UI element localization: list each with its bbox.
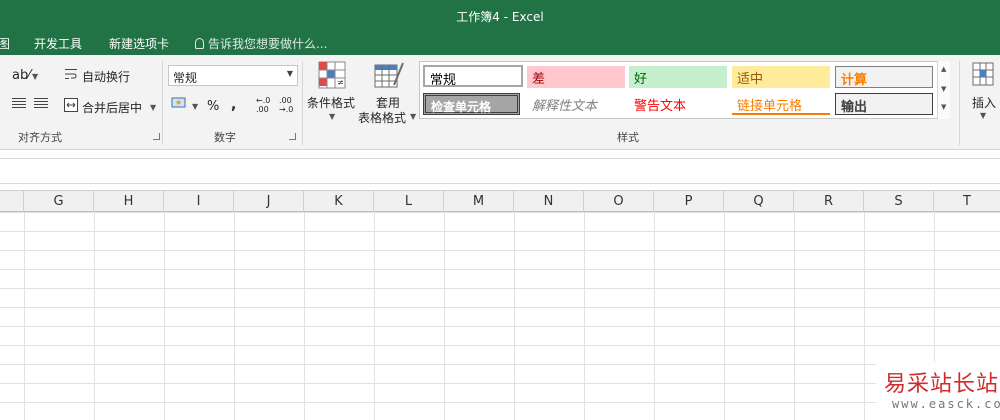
svg-text:≠: ≠	[337, 78, 344, 87]
chevron-down-icon[interactable]: ▼	[410, 112, 416, 121]
column-header[interactable]: O	[584, 191, 654, 213]
more-icon[interactable]: ▼	[941, 103, 946, 111]
column-header-partial[interactable]	[0, 191, 24, 213]
number-format-select[interactable]: 常规 ▼	[168, 65, 298, 86]
column-header[interactable]: J	[234, 191, 304, 213]
style-neutral[interactable]: 适中	[732, 66, 830, 88]
column-header[interactable]: N	[514, 191, 584, 213]
dialog-launcher-icon[interactable]	[289, 133, 296, 140]
currency-icon[interactable]	[171, 96, 187, 110]
watermark-url: www.easck.com	[892, 397, 1000, 411]
increase-decimal-button[interactable]: ←.0 .00	[256, 96, 270, 114]
tell-me-placeholder: 告诉我您想要做什么...	[208, 37, 328, 51]
style-check-cell[interactable]: 检查单元格	[423, 93, 520, 115]
tab-developer[interactable]: 开发工具	[34, 35, 82, 52]
cell-styles-gallery: 常规 差 好 适中 计算 检查单元格 解释性文本 警告文本 链接单元格 输出	[419, 61, 950, 119]
column-header[interactable]: I	[164, 191, 234, 213]
column-header[interactable]: T	[934, 191, 1000, 213]
insert-cells-icon[interactable]	[972, 62, 996, 88]
chevron-down-icon[interactable]: ▼	[980, 111, 986, 120]
group-divider	[302, 61, 303, 145]
group-divider	[162, 61, 163, 145]
column-header[interactable]: L	[374, 191, 444, 213]
chevron-down-icon[interactable]: ▼	[329, 112, 335, 121]
styles-group-label: 样式	[617, 131, 639, 144]
style-bad[interactable]: 差	[527, 66, 625, 88]
style-normal[interactable]: 常规	[423, 65, 523, 88]
tab-view[interactable]: 图	[0, 35, 10, 52]
style-good[interactable]: 好	[629, 66, 727, 88]
chevron-down-icon[interactable]: ▼	[150, 103, 156, 112]
comma-style-button[interactable]: ,	[231, 97, 236, 113]
insert-button[interactable]: 插入	[972, 94, 996, 111]
tell-me-search[interactable]: 告诉我您想要做什么...	[195, 35, 327, 52]
column-header[interactable]: M	[444, 191, 514, 213]
number-format-value: 常规	[173, 71, 198, 85]
percent-style-button[interactable]: %	[207, 99, 219, 114]
chevron-down-icon[interactable]: ▼	[192, 102, 198, 111]
conditional-formatting-icon[interactable]: ≠	[318, 61, 346, 89]
tab-new-tab[interactable]: 新建选项卡	[109, 35, 169, 52]
column-header[interactable]: H	[94, 191, 164, 213]
style-calculation[interactable]: 计算	[835, 66, 933, 88]
column-header[interactable]: S	[864, 191, 934, 213]
column-header[interactable]: Q	[724, 191, 794, 213]
orientation-icon[interactable]: ab⁄	[12, 68, 30, 83]
watermark: 易采站长站 www.easck.com	[876, 362, 1000, 420]
column-header[interactable]: K	[304, 191, 374, 213]
window-title: 工作簿4 - Excel	[456, 10, 544, 24]
decrease-decimal-button[interactable]: .00 →.0	[279, 96, 293, 114]
alignment-group-label: 对齐方式	[18, 131, 62, 144]
group-divider	[959, 61, 960, 145]
worksheet-grid[interactable]	[0, 212, 1000, 420]
chevron-down-icon[interactable]: ▼	[941, 85, 946, 93]
chevron-down-icon: ▼	[286, 69, 293, 78]
style-output[interactable]: 输出	[835, 93, 933, 115]
increase-indent-icon[interactable]	[34, 98, 48, 110]
watermark-title: 易采站长站	[884, 372, 1000, 397]
ribbon-tab-row: 图 开发工具 新建选项卡 告诉我您想要做什么...	[0, 30, 1000, 55]
decrease-indent-icon[interactable]	[12, 98, 26, 110]
column-header-row: G H I J K L M N O P Q R S T	[0, 190, 1000, 213]
column-header[interactable]: R	[794, 191, 864, 213]
wrap-text-button[interactable]: 自动换行	[82, 68, 130, 85]
column-header[interactable]: G	[24, 191, 94, 213]
format-as-table-button-line2[interactable]: 表格格式	[358, 109, 406, 126]
style-warning-text[interactable]: 警告文本	[629, 93, 727, 115]
dialog-launcher-icon[interactable]	[153, 133, 160, 140]
merge-center-button[interactable]: 合并后居中	[82, 99, 142, 116]
conditional-formatting-button[interactable]: 条件格式	[307, 94, 355, 111]
chevron-up-icon[interactable]: ▲	[941, 65, 946, 73]
column-header[interactable]: P	[654, 191, 724, 213]
merge-center-icon	[64, 98, 78, 112]
style-linked-cell[interactable]: 链接单元格	[732, 93, 830, 115]
number-group-label: 数字	[214, 131, 236, 144]
gallery-scroll[interactable]: ▲ ▼ ▼	[937, 61, 950, 119]
title-bar: 工作簿4 - Excel	[0, 0, 1000, 30]
format-as-table-icon[interactable]	[374, 61, 404, 89]
chevron-down-icon: ▼	[32, 72, 39, 81]
lightbulb-icon	[195, 38, 204, 49]
style-explanatory-text[interactable]: 解释性文本	[527, 93, 625, 115]
formula-bar[interactable]	[0, 158, 1000, 184]
wrap-text-icon	[65, 69, 77, 79]
